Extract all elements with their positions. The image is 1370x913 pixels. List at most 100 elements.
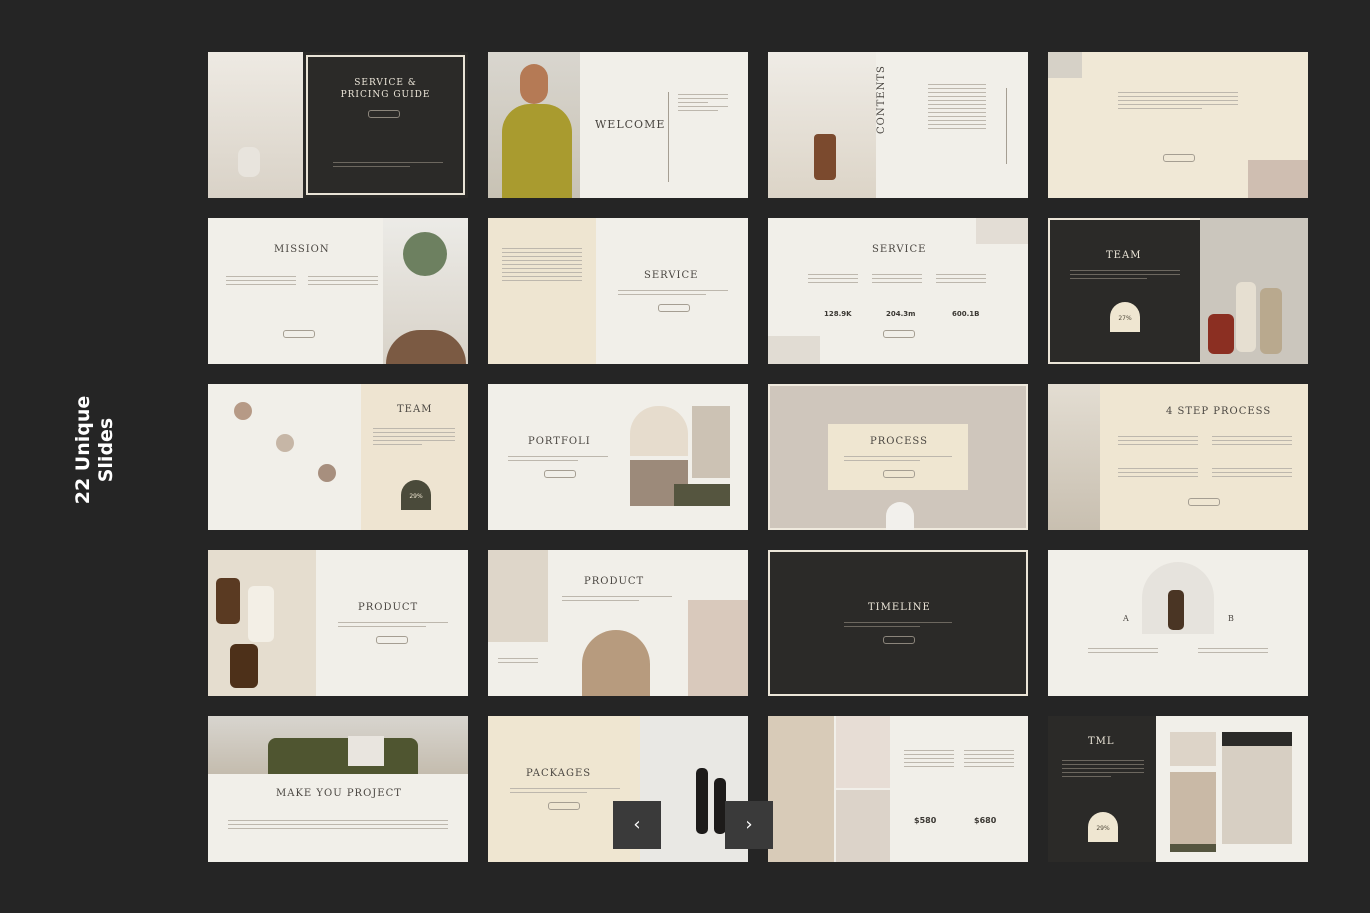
bottle-photo xyxy=(688,600,748,696)
mini-button xyxy=(544,470,576,478)
hair-shape xyxy=(520,64,548,104)
dark-panel: SERVICE & PRICING GUIDE xyxy=(303,52,468,198)
chevron-right-icon: › xyxy=(745,814,753,835)
panel-frame xyxy=(1048,218,1202,364)
slide-pricing[interactable]: $580 $680 xyxy=(768,716,1028,862)
slide-4-step-process[interactable]: 4 STEP PROCESS xyxy=(1048,384,1308,530)
mini-button xyxy=(883,330,915,338)
brown-vase xyxy=(814,134,836,180)
mini-button xyxy=(883,470,915,478)
yellow-jacket xyxy=(502,104,572,198)
text-lines xyxy=(1118,92,1238,112)
slide-service-pricing-guide[interactable]: SERVICE & PRICING GUIDE xyxy=(208,52,468,198)
photo-arch xyxy=(630,406,688,456)
slide-tml[interactable]: TML 29% xyxy=(1048,716,1308,862)
text-lines xyxy=(226,276,296,288)
mini-button xyxy=(1188,498,1220,506)
text-lines xyxy=(844,456,952,464)
text-lines xyxy=(562,596,672,604)
text-lines xyxy=(373,428,455,448)
mini-button xyxy=(658,304,690,312)
mini-button xyxy=(1163,154,1195,162)
text-lines xyxy=(618,290,728,298)
bottle-brown xyxy=(230,644,258,688)
beige-panel xyxy=(488,218,596,364)
slide-product[interactable]: PRODUCT xyxy=(208,550,468,696)
arch-photo xyxy=(582,630,650,696)
text-lines xyxy=(1212,436,1292,448)
product-photo xyxy=(1248,160,1308,198)
text-lines xyxy=(508,456,608,464)
chevron-left-icon: ‹ xyxy=(633,814,641,835)
olive-block xyxy=(674,484,730,506)
vase-shape xyxy=(886,502,914,530)
photo xyxy=(1170,772,1216,844)
photo xyxy=(1222,746,1292,844)
avatar xyxy=(276,434,294,452)
panel-frame xyxy=(306,55,465,195)
mini-button xyxy=(376,636,408,644)
bottle-brown xyxy=(216,578,240,624)
avatar xyxy=(318,464,336,482)
text-lines xyxy=(333,162,443,170)
product-photo xyxy=(1048,52,1082,78)
slide-timeline[interactable]: TIMELINE xyxy=(768,550,1028,696)
text-lines xyxy=(936,274,986,286)
text-lines xyxy=(1070,270,1180,282)
slide-mission[interactable]: MISSION xyxy=(208,218,468,364)
slide-team-light[interactable]: TEAM 29% xyxy=(208,384,468,530)
divider xyxy=(1006,88,1007,164)
product-photo xyxy=(836,716,890,788)
olive-strip xyxy=(1170,844,1216,852)
corner-photo xyxy=(976,218,1028,244)
slide-make-you-project[interactable]: MAKE YOU PROJECT xyxy=(208,716,468,862)
text-lines xyxy=(510,788,620,796)
corner-photo xyxy=(768,336,820,364)
divider xyxy=(668,92,669,182)
product-photo xyxy=(836,790,890,862)
text-lines xyxy=(338,622,448,630)
text-lines xyxy=(964,750,1014,770)
bottle-white xyxy=(248,586,274,642)
text-lines xyxy=(228,820,448,832)
photo-person xyxy=(692,406,730,478)
text-lines xyxy=(1062,760,1144,780)
text-lines xyxy=(844,622,952,630)
text-lines xyxy=(678,94,728,114)
slide-contents[interactable]: CONTENTS xyxy=(768,52,1028,198)
stone-photo xyxy=(488,550,548,642)
slide-process[interactable]: PROCESS xyxy=(768,384,1028,530)
vase-dark xyxy=(1168,590,1184,630)
avatar xyxy=(234,402,252,420)
text-lines xyxy=(904,750,954,770)
section-title: 22 Unique Slides xyxy=(72,395,117,505)
slide-service-stats[interactable]: SERVICE 128.9K 204.3m 600.1B xyxy=(768,218,1028,364)
text-lines xyxy=(498,658,538,666)
text-lines xyxy=(808,274,858,286)
person-red xyxy=(1208,314,1234,354)
text-lines xyxy=(502,248,582,284)
vase-shape xyxy=(238,147,260,177)
next-button[interactable]: › xyxy=(725,801,773,849)
slide-service-2[interactable]: SERVICE xyxy=(488,218,748,364)
prev-button[interactable]: ‹ xyxy=(613,801,661,849)
text-lines xyxy=(1118,468,1198,480)
text-lines xyxy=(1088,648,1158,656)
slide-intro-text[interactable] xyxy=(1048,52,1308,198)
slide-portfolio[interactable]: PORTFOLI xyxy=(488,384,748,530)
photo xyxy=(1170,732,1216,766)
slide-team-dark[interactable]: TEAM 27% xyxy=(1048,218,1308,364)
dark-strip xyxy=(1222,732,1292,746)
green-sofa xyxy=(268,738,418,774)
slide-product-2[interactable]: PRODUCT xyxy=(488,550,748,696)
mini-button xyxy=(283,330,315,338)
beige-panel: TEAM 29% xyxy=(361,384,468,530)
plant-leaves xyxy=(403,232,447,276)
text-lines xyxy=(872,274,922,286)
slide-comparison[interactable]: A B xyxy=(1048,550,1308,696)
person-beige xyxy=(1260,288,1282,354)
text-lines xyxy=(1212,468,1292,480)
slide-welcome[interactable]: WELCOME xyxy=(488,52,748,198)
mini-button xyxy=(883,636,915,644)
person-white xyxy=(1236,282,1256,352)
